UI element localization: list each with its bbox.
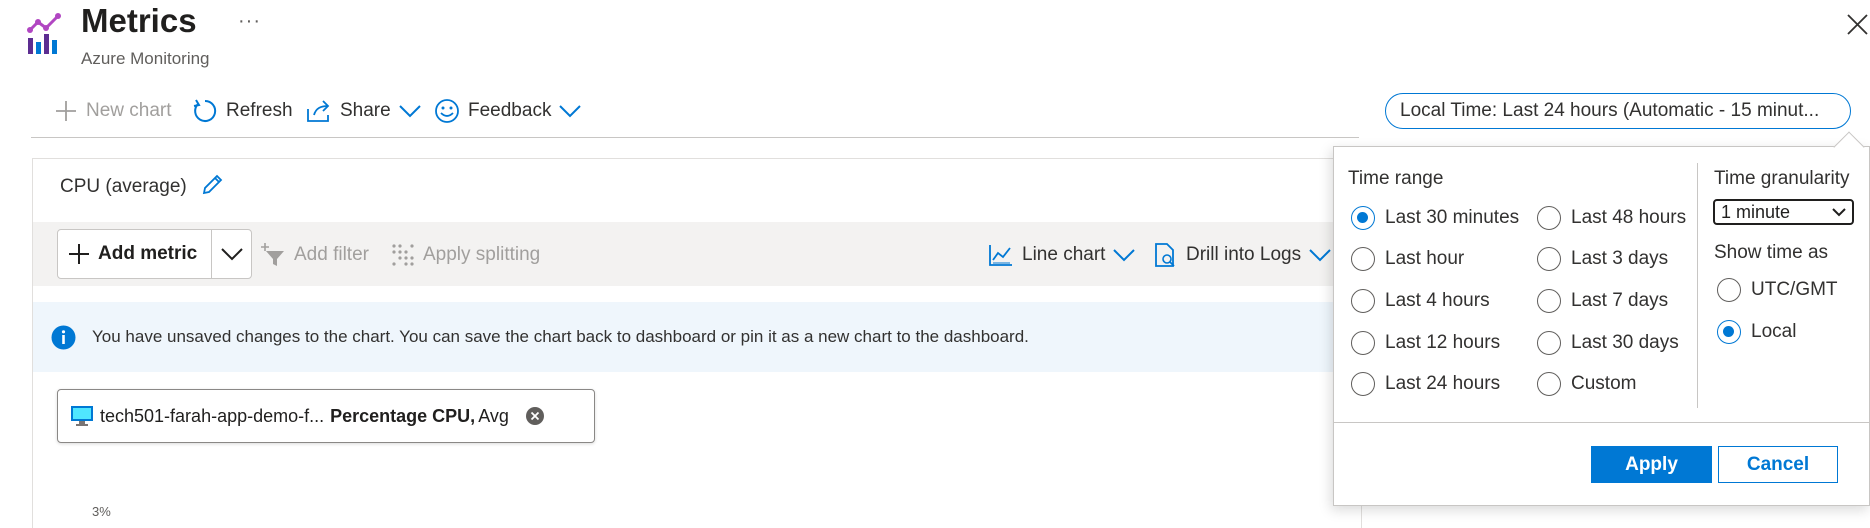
apply-splitting-button[interactable]: Apply splitting bbox=[391, 240, 540, 270]
add-metric-dropdown[interactable] bbox=[211, 230, 251, 278]
refresh-button[interactable]: Refresh bbox=[192, 96, 293, 126]
popup-vertical-divider bbox=[1697, 163, 1698, 408]
show-time-heading: Show time as bbox=[1714, 242, 1829, 263]
radio-label: Last 48 hours bbox=[1571, 207, 1687, 228]
pill-resource-name: tech501-farah-app-demo-f... bbox=[100, 405, 325, 426]
page-title: Metrics bbox=[81, 2, 197, 39]
time-range-picker-label: Local Time: Last 24 hours (Automatic - 1… bbox=[1400, 100, 1820, 121]
time-range-picker-button[interactable]: Local Time: Last 24 hours (Automatic - 1… bbox=[1385, 93, 1851, 129]
feedback-button[interactable]: Feedback bbox=[434, 96, 582, 126]
remove-metric-icon[interactable] bbox=[525, 406, 545, 426]
chart-type-button[interactable]: Line chart bbox=[988, 240, 1136, 270]
radio-selected-icon bbox=[1351, 206, 1375, 230]
page-subtitle: Azure Monitoring bbox=[81, 49, 210, 68]
chevron-down-icon bbox=[220, 248, 243, 261]
logs-icon bbox=[1155, 243, 1175, 267]
refresh-icon bbox=[193, 99, 217, 122]
radio-selected-icon bbox=[1717, 320, 1741, 344]
granularity-value: 1 minute bbox=[1721, 201, 1791, 222]
refresh-label: Refresh bbox=[226, 100, 293, 121]
feedback-label: Feedback bbox=[468, 100, 552, 121]
y-axis-tick: 3% bbox=[92, 504, 111, 519]
radio-label: Last 3 days bbox=[1571, 248, 1669, 269]
radio-icon bbox=[1537, 289, 1561, 313]
cancel-button[interactable]: Cancel bbox=[1718, 446, 1838, 483]
radio-last-hour[interactable]: Last hour bbox=[1351, 247, 1464, 271]
radio-last-48-hours[interactable]: Last 48 hours bbox=[1537, 206, 1686, 230]
metrics-logo-icon bbox=[26, 12, 64, 56]
more-options-icon[interactable]: ··· bbox=[238, 10, 261, 33]
radio-last-12-hours[interactable]: Last 12 hours bbox=[1351, 331, 1500, 355]
filter-plus-icon bbox=[261, 243, 284, 266]
time-granularity-select[interactable]: 1 minute bbox=[1713, 199, 1854, 225]
radio-label: Last hour bbox=[1385, 248, 1465, 269]
add-metric-button[interactable]: Add metric bbox=[58, 230, 211, 278]
new-chart-button[interactable]: New chart bbox=[54, 96, 172, 126]
info-message: You have unsaved changes to the chart. Y… bbox=[92, 327, 1029, 346]
radio-label: Last 30 minutes bbox=[1385, 207, 1520, 228]
share-button[interactable]: Share bbox=[306, 96, 421, 126]
splitting-icon bbox=[392, 244, 414, 266]
radio-icon bbox=[1351, 372, 1375, 396]
close-icon[interactable] bbox=[1845, 12, 1870, 37]
radio-label: Last 4 hours bbox=[1385, 290, 1490, 311]
pill-metric-name: Percentage CPU, bbox=[330, 405, 476, 426]
add-filter-label: Add filter bbox=[294, 244, 369, 265]
radio-label: Custom bbox=[1571, 373, 1637, 394]
chevron-down-icon bbox=[1309, 249, 1331, 262]
radio-label: Last 7 days bbox=[1571, 290, 1669, 311]
radio-last-3-days[interactable]: Last 3 days bbox=[1537, 247, 1668, 271]
radio-label: Local bbox=[1751, 321, 1797, 342]
chart-type-label: Line chart bbox=[1022, 244, 1106, 265]
time-range-heading: Time range bbox=[1348, 168, 1444, 189]
radio-icon bbox=[1351, 247, 1375, 271]
radio-icon bbox=[1351, 331, 1375, 355]
apply-button[interactable]: Apply bbox=[1591, 446, 1712, 483]
add-filter-button[interactable]: Add filter bbox=[260, 240, 369, 270]
chevron-down-icon bbox=[1832, 207, 1846, 216]
info-icon bbox=[51, 325, 76, 350]
add-metric-label: Add metric bbox=[98, 243, 198, 264]
virtual-machine-icon bbox=[71, 406, 93, 426]
radio-icon bbox=[1537, 247, 1561, 271]
radio-last-4-hours[interactable]: Last 4 hours bbox=[1351, 289, 1490, 313]
radio-icon bbox=[1537, 206, 1561, 230]
radio-utc-gmt[interactable]: UTC/GMT bbox=[1717, 278, 1838, 302]
apply-splitting-label: Apply splitting bbox=[423, 244, 541, 265]
chevron-down-icon bbox=[1113, 249, 1136, 262]
radio-label: UTC/GMT bbox=[1751, 279, 1838, 300]
chevron-down-icon bbox=[398, 105, 421, 118]
share-label: Share bbox=[340, 100, 391, 121]
metric-pill[interactable]: tech501-farah-app-demo-f... Percentage C… bbox=[57, 389, 595, 443]
plus-icon bbox=[56, 101, 76, 121]
popup-horizontal-divider bbox=[1334, 422, 1870, 423]
radio-label: Last 24 hours bbox=[1385, 373, 1501, 394]
chevron-down-icon bbox=[559, 105, 582, 118]
drill-into-logs-button[interactable]: Drill into Logs bbox=[1152, 240, 1331, 270]
pencil-edit-icon[interactable] bbox=[200, 173, 224, 197]
toolbar-divider bbox=[31, 137, 1359, 138]
radio-custom[interactable]: Custom bbox=[1537, 372, 1636, 396]
radio-icon bbox=[1351, 289, 1375, 313]
add-metric-split-button: Add metric bbox=[57, 229, 252, 279]
chart-title: CPU (average) bbox=[60, 176, 187, 197]
radio-last-30-minutes[interactable]: Last 30 minutes bbox=[1351, 206, 1519, 230]
radio-last-24-hours[interactable]: Last 24 hours bbox=[1351, 372, 1500, 396]
radio-local[interactable]: Local bbox=[1717, 320, 1796, 344]
radio-label: Last 12 hours bbox=[1385, 332, 1501, 353]
time-granularity-heading: Time granularity bbox=[1714, 168, 1850, 189]
smiley-icon bbox=[435, 99, 459, 123]
line-chart-icon bbox=[989, 245, 1012, 266]
radio-icon bbox=[1537, 372, 1561, 396]
new-chart-label: New chart bbox=[86, 100, 172, 121]
radio-last-30-days[interactable]: Last 30 days bbox=[1537, 331, 1679, 355]
share-icon bbox=[307, 100, 330, 122]
radio-label: Last 30 days bbox=[1571, 332, 1679, 353]
radio-last-7-days[interactable]: Last 7 days bbox=[1537, 289, 1668, 313]
radio-icon bbox=[1717, 278, 1741, 302]
plus-icon bbox=[69, 244, 89, 264]
drill-into-logs-label: Drill into Logs bbox=[1186, 244, 1302, 265]
radio-icon bbox=[1537, 331, 1561, 355]
pill-aggregation: Avg bbox=[478, 405, 509, 426]
